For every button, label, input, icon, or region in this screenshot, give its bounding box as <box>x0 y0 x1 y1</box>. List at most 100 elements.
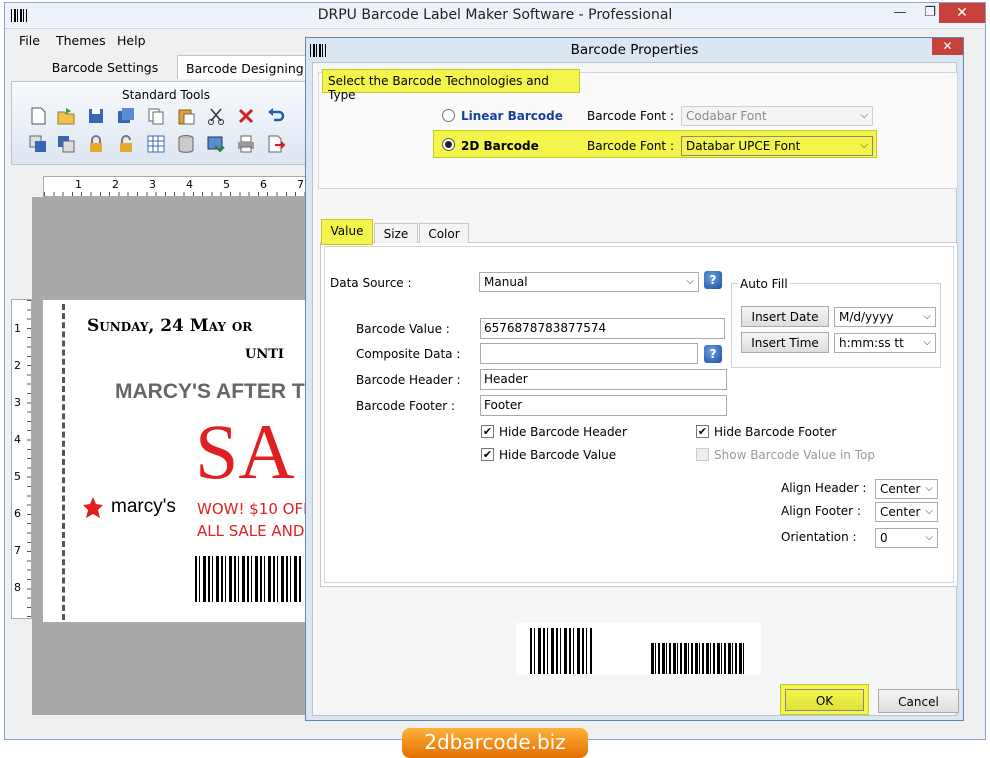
cancel-button[interactable]: Cancel <box>878 689 959 713</box>
align-header-label: Align Header : <box>781 481 867 495</box>
help-icon[interactable]: ? <box>704 271 722 289</box>
tab-color[interactable]: Color <box>419 223 469 243</box>
barcode-footer-label: Barcode Footer : <box>356 399 456 413</box>
linear-barcode-radio[interactable] <box>442 109 455 122</box>
bring-front-icon[interactable] <box>28 134 48 154</box>
barcode-value-input[interactable]: 6576878783877574 <box>480 318 725 339</box>
barcode-preview <box>516 623 761 675</box>
barcode-footer-input[interactable]: Footer <box>480 395 727 416</box>
hide-footer-label[interactable]: Hide Barcode Footer <box>714 425 836 439</box>
close-button[interactable]: ✕ <box>939 3 985 23</box>
label-sale-text: SA <box>195 408 295 495</box>
align-header-select[interactable]: Center ⌵ <box>875 479 938 499</box>
title-bar: DRPU Barcode Label Maker Software - Prof… <box>5 3 985 29</box>
grid-icon[interactable] <box>146 134 166 154</box>
menu-file[interactable]: File <box>19 33 40 48</box>
ruler-h-label: 2 <box>112 178 119 191</box>
technology-section-title: Select the Barcode Technologies and Type <box>322 69 580 102</box>
undo-icon[interactable] <box>266 106 286 126</box>
save-as-icon[interactable] <box>116 106 136 126</box>
linear-font-select[interactable]: Codabar Font ⌵ <box>681 106 873 126</box>
tab-value[interactable]: Value <box>321 219 373 245</box>
ruler-h-label: 1 <box>75 178 82 191</box>
date-format-select[interactable]: M/d/yyyy ⌵ <box>834 307 936 327</box>
help-icon[interactable]: ? <box>704 345 722 363</box>
chevron-down-icon: ⌵ <box>860 140 868 151</box>
linear-font-value: Codabar Font <box>686 109 767 123</box>
dialog-title-bar: Barcode Properties ✕ <box>306 38 963 62</box>
minimize-button[interactable]: — <box>887 5 913 20</box>
hide-value-label[interactable]: Hide Barcode Value <box>499 448 616 462</box>
app-title: DRPU Barcode Label Maker Software - Prof… <box>317 7 673 23</box>
linear-barcode-label[interactable]: Linear Barcode <box>461 109 563 123</box>
show-top-checkbox[interactable] <box>696 448 709 461</box>
twod-font-select[interactable]: Databar UPCE Font ⌵ <box>681 136 873 156</box>
date-format-value: M/d/yyyy <box>839 310 894 324</box>
auto-fill-label: Auto Fill <box>738 277 790 291</box>
preview-barcode-left <box>530 628 592 674</box>
tab-size[interactable]: Size <box>374 223 418 243</box>
insert-date-button[interactable]: Insert Date <box>741 306 829 327</box>
cut-icon[interactable] <box>206 106 226 126</box>
star-logo-icon <box>81 496 105 520</box>
paste-icon[interactable] <box>176 106 196 126</box>
delete-icon[interactable] <box>236 106 256 126</box>
new-icon[interactable] <box>28 106 48 126</box>
insert-time-button[interactable]: Insert Time <box>741 332 829 353</box>
tab-barcode-designing[interactable]: Barcode Designing V <box>177 55 309 79</box>
align-footer-label: Align Footer : <box>781 504 861 518</box>
ruler-v-label: 8 <box>14 581 21 594</box>
print-icon[interactable] <box>236 134 256 154</box>
barcode-header-input[interactable]: Header <box>480 369 727 390</box>
chevron-down-icon: ⌵ <box>925 532 933 543</box>
standard-tools-panel: Standard Tools <box>11 81 311 165</box>
time-format-select[interactable]: h:mm:ss tt ⌵ <box>834 333 936 353</box>
twod-barcode-label[interactable]: 2D Barcode <box>461 139 539 153</box>
database-icon[interactable] <box>176 134 196 154</box>
label-preview[interactable]: Sunday, 24 May or unti MARCY'S AFTER T S… <box>43 300 312 622</box>
data-source-value: Manual <box>484 275 528 289</box>
dialog-title: Barcode Properties <box>570 42 699 58</box>
ruler-v-label: 2 <box>14 359 21 372</box>
tear-line <box>62 304 65 620</box>
chevron-down-icon: ⌵ <box>686 276 694 287</box>
open-icon[interactable] <box>56 106 76 126</box>
hide-header-label[interactable]: Hide Barcode Header <box>499 425 627 439</box>
show-top-label[interactable]: Show Barcode Value in Top <box>714 448 875 462</box>
menu-themes[interactable]: Themes <box>56 33 106 48</box>
hide-value-checkbox[interactable]: ✔ <box>481 448 494 461</box>
design-canvas[interactable]: Sunday, 24 May or unti MARCY'S AFTER T S… <box>32 197 312 715</box>
ruler-h-label: 3 <box>149 178 156 191</box>
label-barcode <box>195 556 301 602</box>
hide-footer-checkbox[interactable]: ✔ <box>696 425 709 438</box>
send-back-icon[interactable] <box>56 134 76 154</box>
toolbar-group-label: Standard Tools <box>122 88 210 102</box>
label-date-line: Sunday, 24 May or <box>87 316 253 336</box>
barcode-value-label: Barcode Value : <box>356 322 450 336</box>
hide-header-checkbox[interactable]: ✔ <box>481 425 494 438</box>
tab-barcode-settings[interactable]: Barcode Settings <box>45 55 165 79</box>
ruler-h-label: 6 <box>260 178 267 191</box>
unlock-icon[interactable] <box>116 134 136 154</box>
twod-barcode-radio[interactable] <box>442 138 455 151</box>
ruler-h-label: 4 <box>186 178 193 191</box>
export-image-icon[interactable] <box>206 134 226 154</box>
label-offer-line2: ALL SALE AND <box>197 522 305 540</box>
data-source-label: Data Source : <box>330 276 412 290</box>
vertical-ruler: 1 2 3 4 5 6 7 8 <box>11 299 32 619</box>
copy-icon[interactable] <box>146 106 166 126</box>
exit-icon[interactable] <box>266 134 286 154</box>
lock-icon[interactable] <box>86 134 106 154</box>
save-icon[interactable] <box>86 106 106 126</box>
composite-data-input[interactable] <box>480 343 698 364</box>
ruler-v-label: 6 <box>14 507 21 520</box>
dialog-close-button[interactable]: ✕ <box>932 38 963 55</box>
horizontal-ruler: 1 2 3 4 5 6 7 <box>43 176 313 197</box>
data-source-select[interactable]: Manual ⌵ <box>479 272 699 292</box>
menu-help[interactable]: Help <box>117 33 146 48</box>
orientation-select[interactable]: 0 ⌵ <box>875 528 938 548</box>
ruler-h-label: 5 <box>223 178 230 191</box>
barcode-header-label: Barcode Header : <box>356 373 461 387</box>
ok-button[interactable]: OK <box>785 689 864 711</box>
align-footer-select[interactable]: Center ⌵ <box>875 502 938 522</box>
